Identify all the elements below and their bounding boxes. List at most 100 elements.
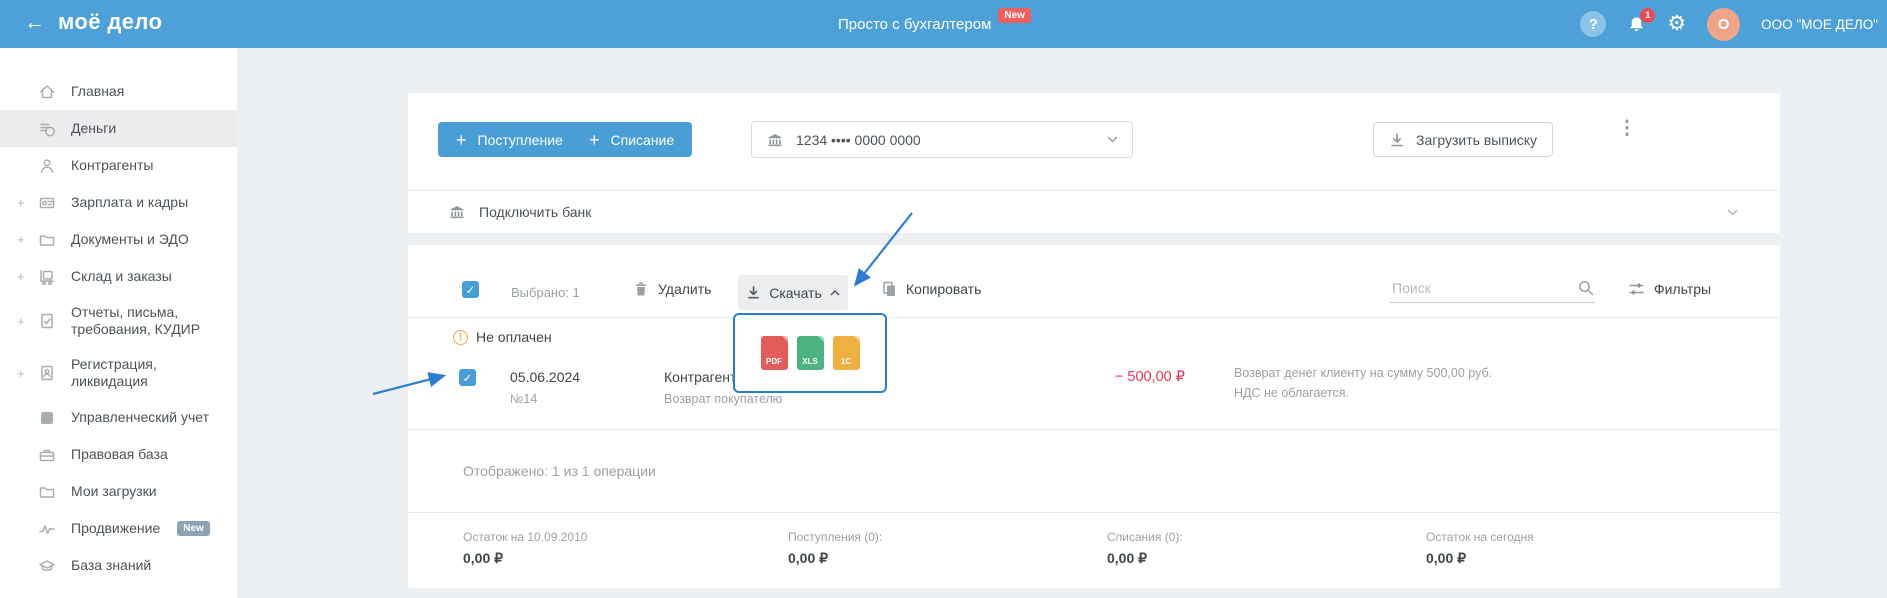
- company-name[interactable]: ООО "МОЕ ДЕЛО": [1761, 17, 1878, 32]
- counterparty-name: Контрагент: [664, 369, 737, 385]
- row-checkbox[interactable]: ✓: [459, 369, 476, 386]
- sidebar-item-label: Контрагенты: [71, 157, 154, 173]
- chevron-down-icon: [1107, 136, 1118, 143]
- search-field: [1390, 273, 1595, 303]
- download-icon: [1391, 132, 1403, 146]
- add-expense-button[interactable]: + Списание: [571, 122, 693, 157]
- sidebar-item-label: Регистрация, ликвидация: [71, 356, 157, 389]
- avatar[interactable]: O: [1707, 7, 1741, 41]
- sidebar-item-label: Документы и ЭДО: [71, 231, 189, 247]
- summary-value: 0,00 ₽: [1426, 550, 1467, 566]
- sidebar-item-salary-hr[interactable]: + Зарплата и кадры: [0, 184, 237, 221]
- expand-plus-icon: +: [17, 313, 25, 329]
- summary-label: Списания (0):: [1107, 530, 1183, 544]
- kebab-menu-icon[interactable]: ⋮: [1616, 117, 1638, 140]
- trash-icon: [636, 282, 646, 296]
- notifications-bell-icon[interactable]: 1: [1627, 7, 1656, 34]
- tagline-new-badge: New: [998, 7, 1031, 23]
- document-check-icon: [41, 313, 53, 329]
- delete-button[interactable]: Удалить: [633, 281, 711, 297]
- connect-bank-label: Подключить банк: [479, 204, 592, 220]
- badge-card-icon: [39, 197, 55, 208]
- xls-file-icon[interactable]: XLS: [796, 336, 824, 370]
- summary-value: 0,00 ₽: [1107, 550, 1148, 566]
- search-input[interactable]: [1390, 278, 1571, 297]
- operations-panel: ✓ Выбрано: 1 Удалить Скачать Копировать: [408, 245, 1780, 588]
- sidebar-item-label: Деньги: [71, 120, 117, 136]
- bank-icon: [450, 206, 464, 219]
- sidebar-item-counterparties[interactable]: Контрагенты: [0, 147, 237, 184]
- add-expense-label: Списание: [610, 131, 675, 148]
- summary-expenses: Списания (0): 0,00 ₽: [1107, 530, 1183, 567]
- select-all-checkbox[interactable]: ✓: [462, 281, 479, 298]
- status-label: Не оплачен: [476, 329, 552, 345]
- folder-icon: [39, 234, 55, 246]
- app-logo[interactable]: моё дело: [58, 9, 162, 35]
- chevron-down-icon: [1727, 208, 1738, 216]
- pdf-file-icon[interactable]: PDF: [760, 336, 788, 370]
- sidebar-item-home[interactable]: Главная: [0, 73, 237, 110]
- help-icon[interactable]: ?: [1580, 11, 1607, 37]
- filters-sliders-icon: [1629, 283, 1644, 295]
- sidebar-item-reports[interactable]: + Отчеты, письма, требования, КУДИР: [0, 295, 237, 347]
- bank-account-select[interactable]: 1234 •••• 0000 0000: [751, 121, 1133, 158]
- operation-row[interactable]: ! Не оплачен ✓ 05.06.2024 №14 Контрагент…: [408, 318, 1780, 430]
- copy-button[interactable]: Копировать: [881, 281, 981, 297]
- notification-count-badge: 1: [1640, 7, 1656, 23]
- sidebar-item-money[interactable]: ₽ Деньги: [0, 110, 237, 147]
- pulse-chart-icon: [39, 524, 55, 534]
- search-icon[interactable]: [1577, 279, 1595, 297]
- summary-label: Остаток на 10.09.2010: [463, 530, 588, 544]
- tagline-text: Просто с бухгалтером: [838, 15, 992, 33]
- sidebar-item-label: Управленческий учет: [71, 409, 209, 425]
- expand-plus-icon: +: [17, 232, 25, 247]
- sidebar-item-promotion[interactable]: Продвижение New: [0, 510, 237, 547]
- operation-amount: − 500,00 ₽: [1114, 369, 1185, 385]
- shown-count-label: Отображено: 1 из 1 операции: [463, 463, 656, 479]
- plus-icon: +: [456, 129, 467, 150]
- bank-account-value: 1234 •••• 0000 0000: [796, 131, 921, 148]
- summary-label: Поступления (0):: [788, 530, 883, 544]
- warning-icon: !: [453, 329, 468, 345]
- connect-bank-row[interactable]: Подключить банк: [408, 190, 1780, 233]
- expand-plus-icon: +: [17, 195, 25, 210]
- sidebar-item-label: Зарплата и кадры: [71, 194, 189, 210]
- document-person-icon: [41, 365, 53, 381]
- folder-icon: [39, 486, 55, 498]
- description-line1: Возврат денег клиенту на сумму 500,00 ру…: [1234, 366, 1493, 380]
- add-income-label: Поступление: [477, 131, 563, 148]
- filters-button[interactable]: Фильтры: [1628, 281, 1711, 297]
- sidebar-item-management-accounting[interactable]: ₽ Управленческий учет: [0, 399, 237, 436]
- topbar-right-group: ? 1 ⚙ O ООО "МОЕ ДЕЛО": [1580, 0, 1878, 48]
- sidebar-item-legal-base[interactable]: Правовая база: [0, 436, 237, 473]
- upload-statement-button[interactable]: Загрузить выписку: [1373, 122, 1553, 157]
- bank-icon: [768, 133, 782, 146]
- top-bar: ← моё дело Просто с бухгалтером New ? 1 …: [0, 0, 1887, 48]
- summary-current-balance: Остаток на сегодня 0,00 ₽: [1426, 530, 1534, 567]
- sidebar-item-documents-edo[interactable]: + Документы и ЭДО: [0, 221, 237, 258]
- actions-panel: + Поступление + Списание 1234 •••• 0000 …: [408, 93, 1780, 233]
- operations-toolbar: ✓ Выбрано: 1 Удалить Скачать Копировать: [408, 245, 1780, 318]
- sidebar-item-registration[interactable]: + Регистрация, ликвидация: [0, 347, 237, 399]
- operation-date: 05.06.2024: [510, 369, 581, 385]
- summary-value: 0,00 ₽: [463, 550, 504, 566]
- tagline: Просто с бухгалтером New: [838, 0, 1031, 48]
- sidebar-item-warehouse-orders[interactable]: + Склад и заказы: [0, 258, 237, 295]
- expand-plus-icon: +: [17, 365, 25, 381]
- copy-label: Копировать: [906, 281, 982, 297]
- back-arrow-icon[interactable]: ←: [24, 11, 45, 35]
- sidebar-item-label: Отчеты, письма, требования, КУДИР: [71, 304, 201, 337]
- person-icon: [40, 158, 54, 173]
- summary-value: 0,00 ₽: [788, 550, 829, 566]
- summary-label: Остаток на сегодня: [1426, 530, 1534, 544]
- operation-description: Возврат денег клиенту на сумму 500,00 ру…: [1234, 363, 1492, 403]
- home-icon: [39, 84, 55, 98]
- sidebar-item-knowledge-base[interactable]: База знаний: [0, 547, 237, 584]
- sidebar-item-my-downloads[interactable]: Мои загрузки: [0, 473, 237, 510]
- add-income-button[interactable]: + Поступление: [438, 122, 581, 157]
- 1c-file-icon[interactable]: 1C: [832, 336, 860, 370]
- download-button[interactable]: Скачать: [738, 275, 848, 310]
- sidebar-item-label: База знаний: [71, 557, 152, 573]
- delete-label: Удалить: [658, 281, 712, 297]
- gear-icon[interactable]: ⚙: [1667, 13, 1686, 35]
